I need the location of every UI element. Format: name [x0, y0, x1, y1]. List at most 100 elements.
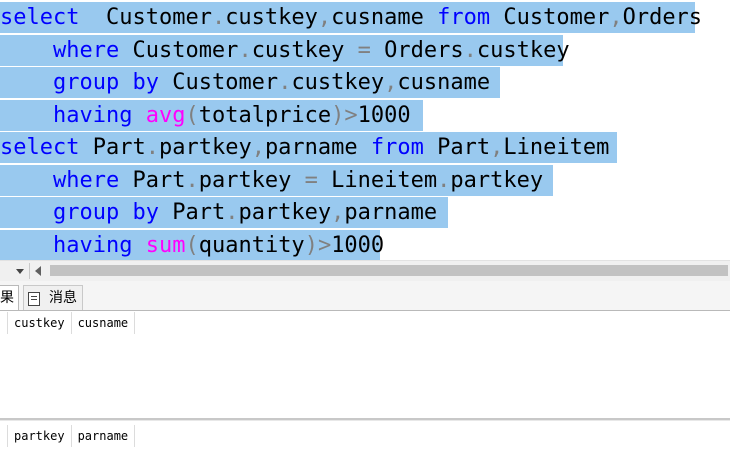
- sql-text: cusname: [397, 70, 491, 95]
- sql-operator: =: [304, 168, 318, 193]
- sql-operator: .: [278, 70, 292, 95]
- sql-text: parname: [264, 135, 371, 160]
- tab-results-label: 果: [0, 290, 14, 306]
- horizontal-scrollbar[interactable]: [0, 260, 730, 281]
- tab-messages[interactable]: 消息: [23, 285, 83, 310]
- sql-text: Part: [423, 135, 491, 160]
- scrollbar-divider: [29, 263, 30, 279]
- sql-text: cusname: [331, 5, 438, 30]
- column-header[interactable]: partkey: [7, 425, 72, 447]
- sql-keyword: from: [370, 135, 424, 160]
- sql-operator: .: [185, 168, 199, 193]
- sql-text: custkey: [225, 5, 318, 30]
- scrollbar-thumb[interactable]: [50, 265, 728, 276]
- sql-text: parname: [344, 200, 438, 225]
- tab-messages-label: 消息: [49, 290, 77, 306]
- sql-text: Customer: [490, 5, 610, 30]
- sql-text: quantity: [198, 233, 305, 258]
- column-header[interactable]: custkey: [7, 312, 72, 334]
- grid-header-row: custkey cusname: [7, 312, 136, 334]
- code-line[interactable]: select Customer.custkey,cusname from Cus…: [0, 2, 702, 33]
- scroll-left-icon[interactable]: [35, 266, 41, 276]
- sql-text: Customer: [158, 70, 279, 95]
- sql-text: 1000: [331, 233, 385, 258]
- sql-text: partkey: [198, 168, 305, 193]
- code-line[interactable]: having avg(totalprice)>1000: [0, 100, 423, 131]
- sql-text: Customer: [119, 38, 239, 63]
- sql-operator: (: [185, 233, 199, 258]
- grid-splitter[interactable]: [0, 418, 730, 421]
- sql-operator: ,: [251, 135, 265, 160]
- sql-keyword: select: [0, 5, 80, 30]
- sql-text: partkey: [238, 200, 332, 225]
- sql-text: Lineitem: [503, 135, 610, 160]
- code-line[interactable]: having sum(quantity)>1000: [0, 230, 384, 261]
- sql-operator: ): [304, 233, 318, 258]
- grid-header-row: partkey parname: [7, 425, 136, 447]
- sql-operator: ,: [384, 70, 398, 95]
- sql-text: 1000: [357, 103, 411, 128]
- tab-results[interactable]: 果: [0, 285, 19, 310]
- sql-keyword: by: [132, 200, 159, 225]
- sql-function: avg: [145, 103, 186, 128]
- document-icon: [28, 292, 40, 306]
- sql-text: custkey: [251, 38, 358, 63]
- sql-text: Orders: [370, 38, 464, 63]
- sql-operator: ): [331, 103, 345, 128]
- sql-keyword: from: [437, 5, 491, 30]
- zoom-dropdown-icon[interactable]: [16, 269, 24, 274]
- sql-keyword: select: [0, 135, 80, 160]
- sql-operator: .: [437, 168, 451, 193]
- column-header[interactable]: cusname: [70, 312, 136, 334]
- sql-operator: .: [145, 135, 159, 160]
- sql-operator: ,: [331, 200, 345, 225]
- code-line[interactable]: select Part.partkey,parname from Part,Li…: [0, 132, 617, 163]
- results-tab-bar: 果 消息: [0, 281, 730, 311]
- sql-keyword: by: [132, 70, 159, 95]
- sql-operator: >: [317, 233, 332, 258]
- sql-text: totalprice: [198, 103, 332, 128]
- sql-operator: ,: [609, 5, 623, 30]
- sql-text: custkey: [476, 38, 570, 63]
- sql-text: partkey: [158, 135, 252, 160]
- sql-keyword: group: [52, 200, 120, 225]
- sql-text: Lineitem: [317, 168, 438, 193]
- sql-operator: .: [211, 5, 226, 30]
- sql-operator: ,: [490, 135, 504, 160]
- sql-text: Part: [79, 135, 146, 160]
- code-line[interactable]: where Customer.custkey = Orders.custkey: [0, 35, 570, 66]
- sql-text: Part: [158, 200, 226, 225]
- sql-keyword: where: [52, 38, 120, 63]
- sql-operator: (: [185, 103, 199, 128]
- sql-operator: .: [463, 38, 477, 63]
- sql-operator: ,: [317, 5, 332, 30]
- sql-operator: =: [357, 38, 371, 63]
- sql-operator: .: [225, 200, 239, 225]
- sql-operator: .: [238, 38, 252, 63]
- sql-text: Orders: [622, 5, 703, 30]
- sql-keyword: having: [52, 233, 133, 258]
- code-line[interactable]: group by Customer.custkey,cusname: [0, 67, 500, 98]
- sql-text: Customer: [79, 5, 212, 30]
- sql-keyword: group: [52, 70, 120, 95]
- sql-text: partkey: [450, 168, 544, 193]
- code-line[interactable]: group by Part.partkey,parname: [0, 197, 448, 228]
- sql-operator: >: [344, 103, 358, 128]
- sql-text: Part: [119, 168, 186, 193]
- code-line[interactable]: where Part.partkey = Lineitem.partkey: [0, 165, 553, 196]
- sql-keyword: having: [52, 103, 133, 128]
- sql-keyword: where: [52, 168, 120, 193]
- column-header[interactable]: parname: [70, 425, 136, 447]
- sql-editor[interactable]: select Customer.custkey,cusname from Cus…: [0, 0, 730, 261]
- sql-function: sum: [145, 233, 186, 258]
